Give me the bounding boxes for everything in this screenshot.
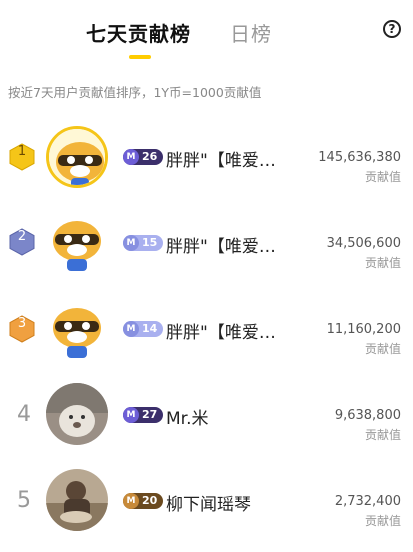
contribution-label: 贡献值 bbox=[364, 256, 401, 270]
avatar[interactable] bbox=[46, 469, 108, 531]
level-number: 20 bbox=[142, 494, 158, 507]
level-number: 15 bbox=[142, 236, 158, 249]
nickname: 胖胖"【唯爱… bbox=[166, 323, 276, 343]
list-item[interactable]: 1 M 26 胖胖"【唯爱… 145,636,380 贡献值 bbox=[0, 122, 413, 208]
level-number: 26 bbox=[142, 150, 158, 163]
avatar[interactable] bbox=[46, 211, 108, 273]
contribution-score: 11,160,200 bbox=[326, 322, 401, 337]
list-item[interactable]: 2 M 15 胖胖"【唯爱… 34,506,600 贡献值 bbox=[0, 208, 413, 294]
level-shield-icon: M bbox=[123, 235, 139, 251]
contribution-score: 34,506,600 bbox=[326, 236, 401, 251]
ranking-description: 按近7天用户贡献值排序，1Y币=1000贡献值 bbox=[8, 85, 262, 100]
rank-number: 2 bbox=[17, 229, 27, 244]
level-number: 14 bbox=[142, 322, 158, 335]
contribution-label: 贡献值 bbox=[364, 514, 401, 528]
list-item[interactable]: 4 M 27 Mr.米 9,638,800 贡献值 bbox=[0, 380, 413, 466]
level-shield-icon: M bbox=[123, 407, 139, 423]
nickname: Mr.米 bbox=[166, 409, 209, 429]
user-level-badge: M 15 bbox=[123, 235, 164, 251]
user-level-badge: M 20 bbox=[123, 493, 164, 509]
rank-number: 1 bbox=[17, 144, 27, 159]
tab-daily[interactable]: 日榜 bbox=[230, 18, 272, 47]
nickname: 胖胖"【唯爱… bbox=[166, 151, 276, 171]
contribution-label: 贡献值 bbox=[364, 428, 401, 442]
avatar[interactable] bbox=[46, 126, 108, 188]
level-shield-icon: M bbox=[123, 493, 139, 509]
user-level-badge: M 14 bbox=[123, 321, 164, 337]
level-shield-icon: M bbox=[123, 149, 139, 165]
level-shield-icon: M bbox=[123, 321, 139, 337]
level-number: 27 bbox=[142, 408, 158, 421]
contribution-score: 145,636,380 bbox=[318, 150, 401, 165]
user-level-badge: M 26 bbox=[123, 149, 164, 165]
active-tab-indicator bbox=[129, 55, 151, 59]
tab-bar: 七天贡献榜 日榜 ? bbox=[0, 0, 413, 70]
rank-number: 4 bbox=[17, 402, 31, 427]
contribution-label: 贡献值 bbox=[364, 170, 401, 184]
tab-weekly-contribution[interactable]: 七天贡献榜 bbox=[86, 18, 191, 47]
rank-number: 3 bbox=[17, 316, 27, 331]
contribution-score: 2,732,400 bbox=[334, 494, 401, 509]
rank-number: 5 bbox=[17, 488, 31, 513]
help-icon[interactable]: ? bbox=[383, 20, 401, 38]
nickname: 胖胖"【唯爱… bbox=[166, 237, 276, 257]
contribution-score: 9,638,800 bbox=[334, 408, 401, 423]
avatar[interactable] bbox=[46, 298, 108, 360]
nickname: 柳下闻瑶琴 bbox=[166, 495, 251, 515]
list-item[interactable]: 3 M 14 胖胖"【唯爱… 11,160,200 贡献值 bbox=[0, 294, 413, 380]
contribution-label: 贡献值 bbox=[364, 342, 401, 356]
user-level-badge: M 27 bbox=[123, 407, 164, 423]
list-item[interactable]: 5 M 20 柳下闻瑶琴 2,732,400 贡献值 bbox=[0, 466, 413, 552]
avatar[interactable] bbox=[46, 383, 108, 445]
